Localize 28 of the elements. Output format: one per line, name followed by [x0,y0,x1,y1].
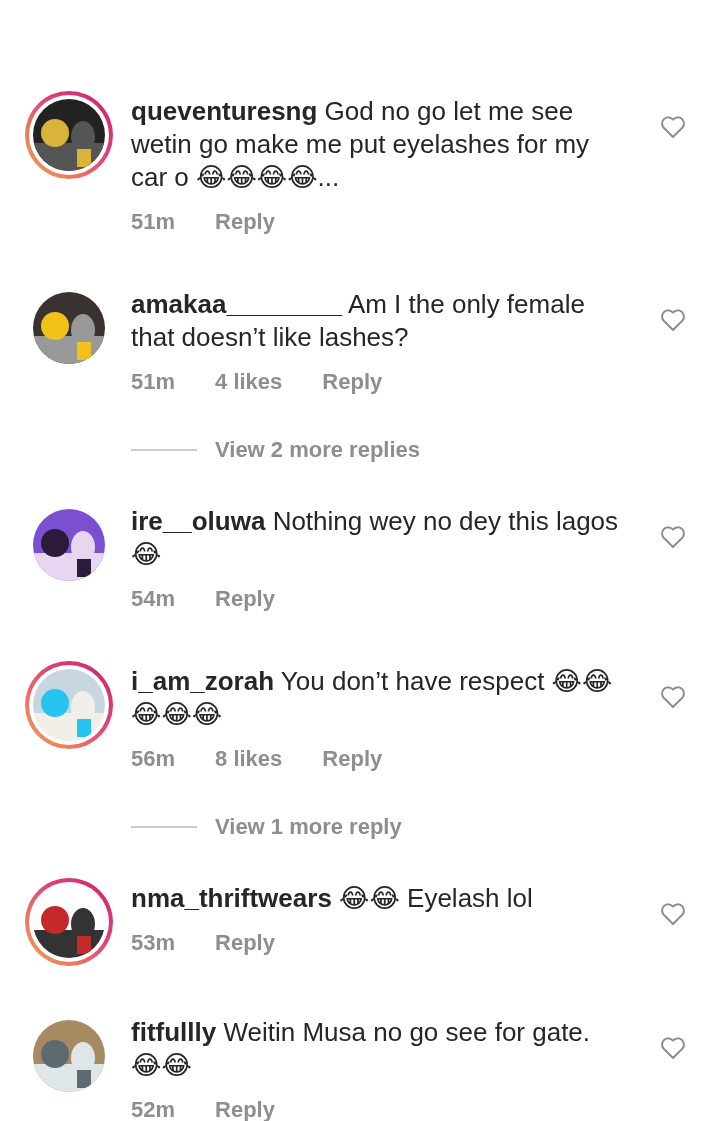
heart-icon[interactable] [660,308,686,332]
comment-time: 51m [131,208,176,236]
comment-time: 53m [131,929,176,957]
likes-count[interactable]: 4 likes [215,365,283,398]
reply-button[interactable]: Reply [215,1093,275,1121]
comment-text: amakaa________ Am I the only female that doesn’t like lashes? [131,288,586,354]
comment-text: fitfullly Weitin Musa no go see for gate. 😂😂 [131,1016,592,1082]
comment-text: queventuresng God no go let me see wetin go make me put eyelashes for my car o 😂😂😂😂... [131,95,591,194]
reply-button[interactable]: Reply [215,926,275,959]
comment-text: i_am_zorah You don’t have respect 😂😂😂😂😂 [131,665,614,731]
comment-text: nma_thriftwears 😂😂 Eyelash lol [131,882,534,915]
heart-icon[interactable] [660,115,686,139]
likes-count[interactable]: 8 likes [215,742,283,775]
comment-time: 54m [131,585,176,613]
reply-button[interactable]: Reply [215,582,275,615]
comment-time: 56m [131,745,176,773]
heart-icon[interactable] [660,1036,686,1060]
comment-text: ire__oluwa Nothing wey no dey this lagos😂 [131,505,620,571]
heart-icon[interactable] [660,525,686,549]
comment-time: 52m [131,1096,176,1121]
view-replies-button[interactable]: View 2 more replies [215,433,421,466]
view-replies-button[interactable]: View 1 more reply [215,810,402,843]
reply-button[interactable]: Reply [322,365,383,398]
reply-button[interactable]: Reply [322,742,383,775]
reply-button[interactable]: Reply [215,205,275,238]
heart-icon[interactable] [660,685,686,709]
comment-time: 51m [131,368,176,396]
heart-icon[interactable] [660,902,686,926]
